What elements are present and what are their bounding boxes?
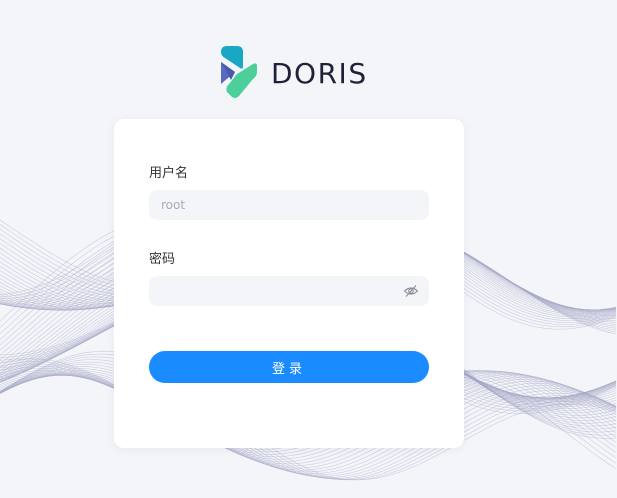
login-button[interactable]: 登录 — [149, 351, 429, 383]
username-input[interactable] — [149, 190, 429, 220]
doris-logo-icon — [221, 46, 257, 98]
login-card: 用户名 密码 登录 — [114, 119, 464, 448]
password-input[interactable] — [149, 276, 429, 306]
login-page: DORIS 用户名 密码 登录 — [0, 0, 617, 498]
brand-logo: DORIS — [219, 44, 368, 102]
username-label: 用户名 — [149, 166, 189, 181]
password-label: 密码 — [149, 252, 176, 267]
brand-name: DORIS — [271, 56, 368, 90]
eye-off-icon[interactable] — [403, 283, 419, 299]
